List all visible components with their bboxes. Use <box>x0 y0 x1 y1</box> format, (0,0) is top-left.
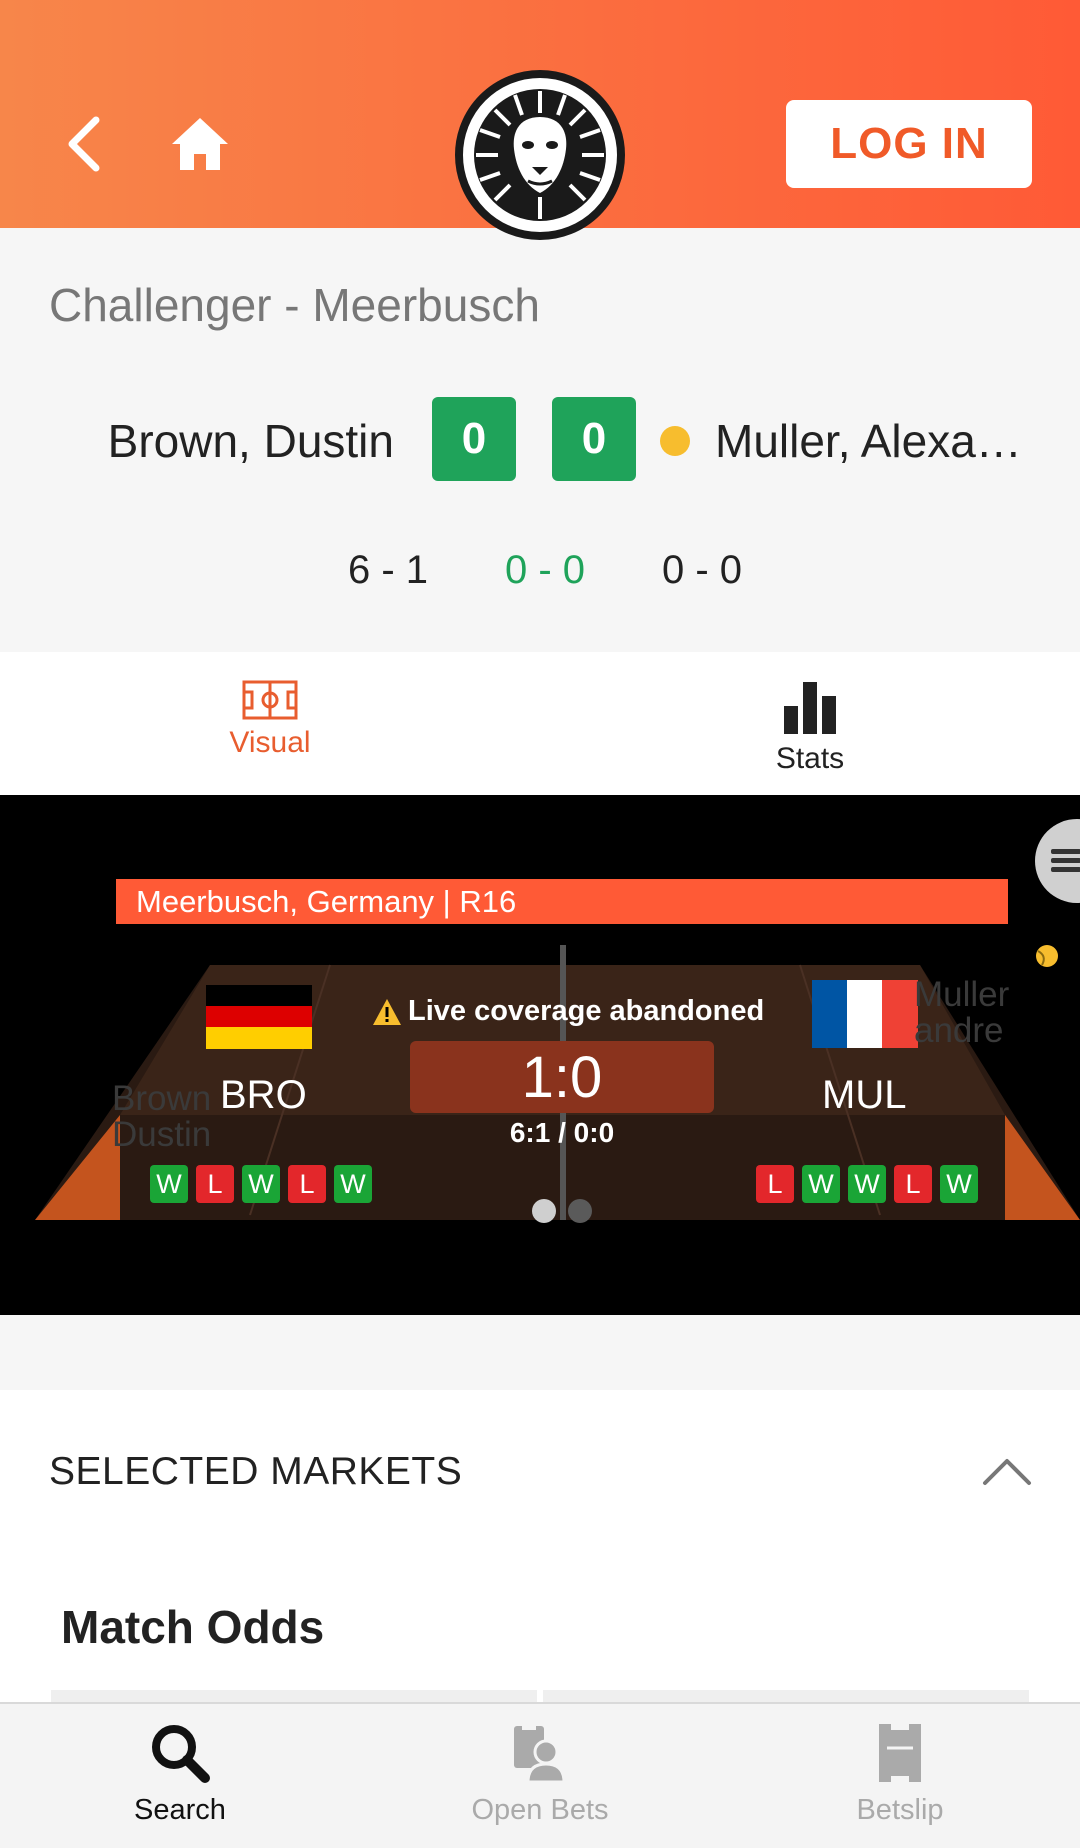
bottom-navigation: Search Open Bets Betslip <box>0 1702 1080 1848</box>
tab-stats[interactable]: Stats <box>540 652 1080 795</box>
carousel-pager <box>532 1199 592 1223</box>
nav-betslip[interactable]: Betslip <box>720 1704 1080 1848</box>
home-button[interactable] <box>168 112 232 176</box>
search-icon <box>152 1725 210 1783</box>
open-bets-icon <box>514 1722 566 1784</box>
france-flag-icon <box>812 980 918 1048</box>
match-scoreboard: Challenger - Meerbusch Brown, Dustin 0 0… <box>0 228 1080 652</box>
selected-markets-section: SELECTED MARKETS Match Odds <box>0 1390 1080 1710</box>
form-badge: L <box>288 1165 326 1203</box>
tennis-ball-icon <box>1036 945 1058 967</box>
hamburger-icon <box>1051 849 1080 872</box>
serve-indicator <box>660 426 690 456</box>
nav-betslip-label: Betslip <box>856 1794 944 1826</box>
brand-logo <box>455 70 625 240</box>
form-badge: W <box>802 1165 840 1203</box>
warning-icon <box>373 998 401 1025</box>
chevron-left-icon <box>68 116 100 172</box>
player1-abbr: BRO <box>220 1073 307 1117</box>
pager-dot-active[interactable] <box>532 1199 556 1223</box>
set-score-1: 6 - 1 <box>347 548 429 592</box>
back-button[interactable] <box>56 108 112 180</box>
pitch-icon <box>242 680 298 720</box>
form-badge: W <box>940 1165 978 1203</box>
form-badge: W <box>242 1165 280 1203</box>
coverage-status-text: Live coverage abandoned <box>408 995 765 1027</box>
visual-score: 1:0 <box>410 1041 714 1113</box>
lion-logo-icon <box>474 89 606 221</box>
player1-form: W L W L W <box>150 1165 372 1203</box>
bar-chart-icon <box>784 682 836 734</box>
nav-open-bets[interactable]: Open Bets <box>360 1704 720 1848</box>
player1-fullname-overlay: Brown Dustin <box>112 1079 212 1154</box>
player2-game-score: 0 <box>552 397 636 481</box>
germany-flag-icon <box>206 985 312 1049</box>
player2-name: Muller, Alexan… <box>715 415 1045 467</box>
home-icon <box>172 118 228 170</box>
tab-stats-label: Stats <box>775 742 845 775</box>
form-badge: W <box>334 1165 372 1203</box>
form-badge: L <box>196 1165 234 1203</box>
pager-dot[interactable] <box>568 1199 592 1223</box>
market-title: Match Odds <box>61 1601 325 1653</box>
nav-open-bets-label: Open Bets <box>471 1794 609 1826</box>
betslip-icon <box>879 1724 921 1782</box>
set-score-2: 0 - 0 <box>504 548 586 592</box>
section-title: SELECTED MARKETS <box>49 1450 463 1493</box>
player1-game-score: 0 <box>432 397 516 481</box>
chevron-up-icon <box>983 1459 1031 1485</box>
coverage-status: Live coverage abandoned <box>372 995 764 1028</box>
set-score-3: 0 - 0 <box>661 548 743 592</box>
login-button[interactable]: LOG IN <box>786 100 1032 188</box>
tournament-name: Challenger - Meerbusch <box>49 279 540 331</box>
view-tabs: Visual Stats <box>0 652 1080 795</box>
form-badge: L <box>756 1165 794 1203</box>
app-header: LOG IN <box>0 0 1080 240</box>
form-badge: L <box>894 1165 932 1203</box>
visual-set-scores: 6:1 / 0:0 <box>509 1117 615 1148</box>
player1-name: Brown, Dustin <box>107 415 394 467</box>
form-badge: W <box>150 1165 188 1203</box>
collapse-toggle[interactable] <box>982 1456 1032 1491</box>
tab-visual-label: Visual <box>229 726 311 759</box>
player2-abbr: MUL <box>822 1073 907 1117</box>
player2-form: L W W L W <box>756 1165 978 1203</box>
match-visualization: Meerbusch, Germany | R16 Brown Dustin Mul… <box>0 795 1080 1315</box>
nav-search[interactable]: Search <box>0 1704 360 1848</box>
venue-banner: Meerbusch, Germany | R16 <box>116 879 1008 924</box>
player2-fullname-overlay: Muller andre <box>914 975 1010 1050</box>
form-badge: W <box>848 1165 886 1203</box>
tab-visual[interactable]: Visual <box>0 652 540 795</box>
nav-search-label: Search <box>134 1794 226 1826</box>
